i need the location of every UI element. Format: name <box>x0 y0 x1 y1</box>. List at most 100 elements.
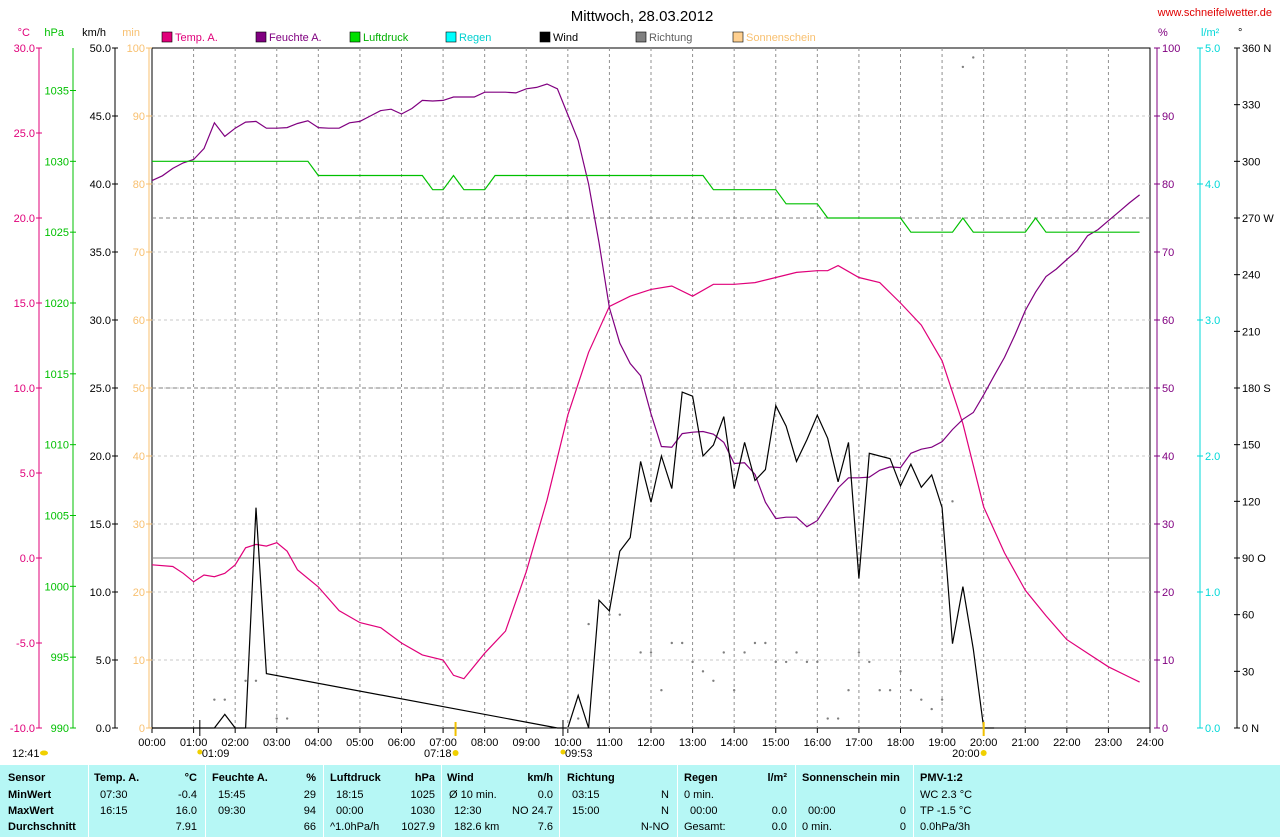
direction-point <box>920 698 923 701</box>
stats-sun-total: 0 <box>899 821 906 833</box>
direction-tick-label: 270 W <box>1242 213 1274 225</box>
stats-humidity-avg: 66 <box>303 821 316 833</box>
direction-tick-label: 30 <box>1242 666 1254 678</box>
stats-temp-header: Temp. A. <box>94 772 140 784</box>
pressure-tick-label: 990 <box>51 723 69 735</box>
direction-point <box>930 707 933 711</box>
wind-tick-label: 50.0 <box>90 43 111 55</box>
direction-tick-label: 0 N <box>1242 723 1259 735</box>
humidity-tick-label: 30 <box>1162 519 1174 531</box>
stats-row-label: MinWert <box>8 789 52 801</box>
site-link[interactable]: www.schneifelwetter.de <box>1157 7 1272 19</box>
sun-tick-label: 90 <box>133 111 145 123</box>
pressure-tick-label: 1000 <box>45 581 69 593</box>
sunrise-icon <box>452 750 459 756</box>
stats-wind-header: Wind <box>447 772 474 784</box>
stats-pmv-dewpoint: TP -1.5 °C <box>920 805 972 817</box>
series-line-pressure <box>152 160 1140 233</box>
direction-point <box>961 65 965 69</box>
x-tick-label: 11:00 <box>596 737 623 749</box>
direction-point <box>223 698 226 701</box>
direction-point <box>784 660 788 664</box>
moonrise-icon <box>197 749 203 755</box>
legend-swatch <box>732 31 744 43</box>
wind-tick-label: 15.0 <box>90 519 111 531</box>
stats-humidity-unit: % <box>306 772 316 784</box>
direction-point <box>712 679 715 682</box>
stats-pmv-trend: 0.0hPa/3h <box>920 821 971 833</box>
direction-point <box>660 689 663 692</box>
x-tick-label: 08:00 <box>471 737 499 749</box>
direction-point <box>670 641 673 645</box>
direction-point <box>836 717 840 720</box>
direction-point <box>774 660 777 664</box>
pressure-axis-unit: hPa <box>44 27 64 39</box>
wind-tick-label: 45.0 <box>90 111 111 123</box>
legend-swatch <box>539 31 551 43</box>
stats-wind-unit: km/h <box>527 772 553 784</box>
stats-col-wind: Wind km/h Ø 10 min. 0.0 12:30 NO 24.7 18… <box>441 765 560 837</box>
stats-pmv-windchill: WC 2.3 °C <box>920 789 973 801</box>
pressure-tick-label: 1015 <box>45 369 69 381</box>
direction-tick-label: 120 <box>1242 496 1260 508</box>
direction-tick-label: 240 <box>1242 270 1260 282</box>
stats-col-rain: Regen l/m² 0 min. 00:00 0.0 Gesamt: 0.0 <box>677 765 796 837</box>
current-time-icon <box>40 750 48 756</box>
stats-pmv-header: PMV-1:2 <box>920 772 963 784</box>
wind-tick-label: 40.0 <box>90 179 111 191</box>
stats-wind-max: NO 24.7 <box>512 805 553 817</box>
x-tick-label: 22:00 <box>1053 737 1081 749</box>
x-tick-label: 17:00 <box>845 737 873 749</box>
stats-col-temp: Temp. A. °C 07:30 -0.4 16:15 16.0 7.91 <box>88 765 206 837</box>
direction-point <box>275 717 278 720</box>
legend-label: Sonnenschein <box>746 32 816 44</box>
stats-pressure-min-time: 18:15 <box>336 789 364 801</box>
x-tick-label: 14:00 <box>720 737 748 749</box>
stats-rain-total: 0.0 <box>771 821 787 833</box>
moonset-label: 09:53 <box>565 748 593 760</box>
humidity-axis-unit: % <box>1158 27 1168 39</box>
statistics-table: Sensor MinWert MaxWert Durchschnitt Temp… <box>0 765 1280 837</box>
wind-tick-label: 25.0 <box>90 383 111 395</box>
x-tick-label: 24:00 <box>1136 737 1164 749</box>
direction-tick-label: 300 <box>1242 156 1260 168</box>
pressure-tick-label: 1020 <box>45 298 69 310</box>
direction-point <box>951 500 954 503</box>
stats-sun-max: 0 <box>899 805 906 817</box>
temp-tick-label: 30.0 <box>14 43 35 55</box>
stats-direction-min: N <box>661 789 669 801</box>
stats-temp-max: 16.0 <box>175 805 197 817</box>
direction-point <box>909 689 913 692</box>
sun-tick-label: 10 <box>133 655 145 667</box>
direction-point <box>888 689 892 692</box>
wind-tick-label: 5.0 <box>96 655 111 667</box>
stats-col-pmv: PMV-1:2 WC 2.3 °C TP -1.5 °C 0.0hPa/3h <box>913 765 1033 837</box>
stats-rain-duration: 0 min. <box>684 789 714 801</box>
direction-point <box>244 679 247 682</box>
legend-label: Luftdruck <box>363 32 409 44</box>
stats-temp-min-time: 07:30 <box>100 789 128 801</box>
stats-direction-max: N <box>661 805 669 817</box>
direction-point <box>847 689 850 692</box>
pressure-tick-label: 1025 <box>45 227 69 239</box>
direction-tick-label: 360 N <box>1242 43 1271 55</box>
direction-tick-label: 60 <box>1242 610 1254 622</box>
stats-temp-unit: °C <box>184 772 197 784</box>
stats-direction-min-time: 03:15 <box>572 789 600 801</box>
sun-tick-label: 70 <box>133 247 145 259</box>
temp-axis-unit: °C <box>18 27 30 39</box>
stats-col-direction: Richtung 03:15 N 15:00 N N-NO <box>559 765 678 837</box>
x-tick-label: 09:00 <box>512 737 540 749</box>
sunset-icon <box>980 750 987 756</box>
direction-point <box>868 660 871 664</box>
direction-point <box>764 641 767 645</box>
rain-tick-label: 3.0 <box>1205 315 1220 327</box>
legend-label: Richtung <box>649 32 692 44</box>
stats-pressure-unit: hPa <box>414 772 435 784</box>
stats-rain-max-time: 00:00 <box>690 805 718 817</box>
pressure-tick-label: 1030 <box>45 156 69 168</box>
direction-point <box>878 689 881 692</box>
direction-point <box>805 660 809 664</box>
stats-direction-header: Richtung <box>567 772 615 784</box>
stats-humidity-max-time: 09:30 <box>218 805 246 817</box>
